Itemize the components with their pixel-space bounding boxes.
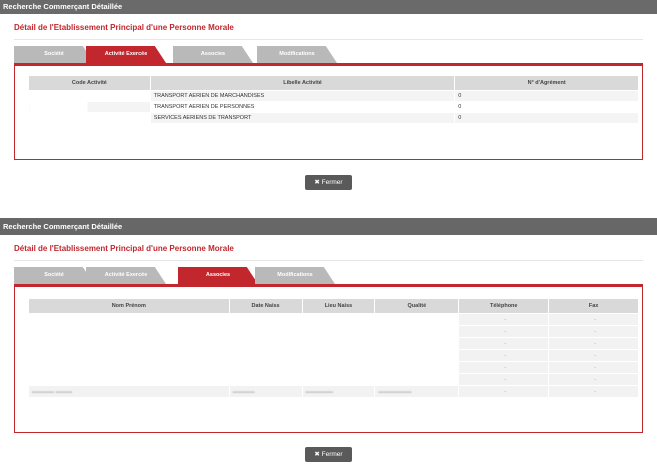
col-header-code: Code Activité xyxy=(28,75,151,91)
redacted-cell xyxy=(27,361,460,374)
tab-societe[interactable]: Société xyxy=(14,267,94,284)
cell-code xyxy=(28,101,151,113)
cell-fax: - xyxy=(548,337,639,350)
blurred-cell: ▬▬▬▬ ▬▬▬ xyxy=(28,385,230,398)
window-title-bar: Recherche Commerçant Détaillée xyxy=(0,218,657,235)
table-row: - - xyxy=(27,313,639,326)
tab-strip: Société Activité Exercée Associes Modifi… xyxy=(14,46,643,63)
tab-strip: Société Activité Exercée Associes Modifi… xyxy=(14,267,643,284)
cell-fax: - xyxy=(548,373,639,386)
col-header-fax: Fax xyxy=(548,298,639,314)
col-header-libelle: Libelle Activité xyxy=(149,75,456,91)
table-row: SERVICES AERIENS DE TRANSPORT 0 xyxy=(28,112,639,124)
associes-content: Nom Prénom Date Naiss Lieu Naiss Qualité… xyxy=(14,287,643,433)
cell-fax: - xyxy=(548,313,639,326)
col-header-telephone: Téléphone xyxy=(458,298,550,314)
redacted-cell xyxy=(27,337,460,350)
cell-telephone: - xyxy=(458,373,550,386)
activite-content: Code Activité Libelle Activité N° d'Agré… xyxy=(14,66,643,160)
redacted-cell xyxy=(27,325,460,338)
table-row: TRANSPORT AERIEN DE MARCHANDISES 0 xyxy=(28,90,639,102)
col-header-lieu-naiss: Lieu Naiss xyxy=(301,298,376,314)
cell-telephone: - xyxy=(458,325,550,338)
redacted-cell xyxy=(27,373,460,386)
blurred-cell: ▬▬▬▬▬ xyxy=(301,385,376,398)
cell-fax: - xyxy=(548,385,639,398)
divider xyxy=(14,39,643,40)
page-subtitle: Détail de l'Etablissement Principal d'un… xyxy=(14,23,234,32)
divider xyxy=(14,260,643,261)
table-row: ▬▬▬▬ ▬▬▬ ▬▬▬▬ ▬▬▬▬▬ ▬▬▬▬▬▬ - - xyxy=(28,385,639,398)
activites-table: Code Activité Libelle Activité N° d'Agré… xyxy=(28,75,639,124)
tab-associes[interactable]: Associes xyxy=(178,267,258,284)
cell-telephone: - xyxy=(458,337,550,350)
blurred-cell: ▬▬▬▬ xyxy=(228,385,303,398)
cell-fax: - xyxy=(548,325,639,338)
cell-libelle: TRANSPORT AERIEN DE PERSONNES xyxy=(149,101,456,113)
cell-code xyxy=(28,90,151,102)
table-row: TRANSPORT AERIEN DE PERSONNES 0 xyxy=(28,101,639,113)
tab-activite-exercee[interactable]: Activité Exercée xyxy=(86,267,166,284)
tab-modifications[interactable]: Modifications xyxy=(257,46,337,63)
activite-panel: Recherche Commerçant Détaillée Détail de… xyxy=(0,0,657,212)
cell-agrement: 0 xyxy=(454,112,639,124)
table-row: - - xyxy=(27,373,639,386)
tab-modifications[interactable]: Modifications xyxy=(255,267,335,284)
col-header-nom: Nom Prénom xyxy=(28,298,230,314)
table-row: - - xyxy=(27,325,639,338)
redacted-cell xyxy=(27,349,460,362)
associes-table: Nom Prénom Date Naiss Lieu Naiss Qualité… xyxy=(27,298,639,398)
table-row: - - xyxy=(27,349,639,362)
cell-libelle: TRANSPORT AERIEN DE MARCHANDISES xyxy=(149,90,456,102)
tab-societe[interactable]: Société xyxy=(14,46,94,63)
cell-agrement: 0 xyxy=(454,90,639,102)
cell-fax: - xyxy=(548,361,639,374)
cell-agrement: 0 xyxy=(454,101,639,113)
blurred-cell: ▬▬▬▬▬▬ xyxy=(374,385,460,398)
redacted-cell xyxy=(27,313,460,326)
close-button[interactable]: ✖ Fermer xyxy=(305,447,352,462)
cell-libelle: SERVICES AERIENS DE TRANSPORT xyxy=(149,112,456,124)
cell-telephone: - xyxy=(458,385,550,398)
col-header-agrement: N° d'Agrément xyxy=(454,75,639,91)
table-row: - - xyxy=(27,337,639,350)
cell-code xyxy=(28,112,151,124)
col-header-date-naiss: Date Naiss xyxy=(228,298,303,314)
tab-associes[interactable]: Associes xyxy=(173,46,253,63)
associes-panel: Recherche Commerçant Détaillée Détail de… xyxy=(0,218,657,467)
cell-telephone: - xyxy=(458,349,550,362)
tab-activite-exercee[interactable]: Activité Exercée xyxy=(86,46,166,63)
page-subtitle: Détail de l'Etablissement Principal d'un… xyxy=(14,244,234,253)
cell-fax: - xyxy=(548,349,639,362)
col-header-qualite: Qualité xyxy=(374,298,460,314)
close-button[interactable]: ✖ Fermer xyxy=(305,175,352,190)
cell-telephone: - xyxy=(458,361,550,374)
cell-telephone: - xyxy=(458,313,550,326)
table-row: - - xyxy=(27,361,639,374)
window-title-bar: Recherche Commerçant Détaillée xyxy=(0,0,657,14)
